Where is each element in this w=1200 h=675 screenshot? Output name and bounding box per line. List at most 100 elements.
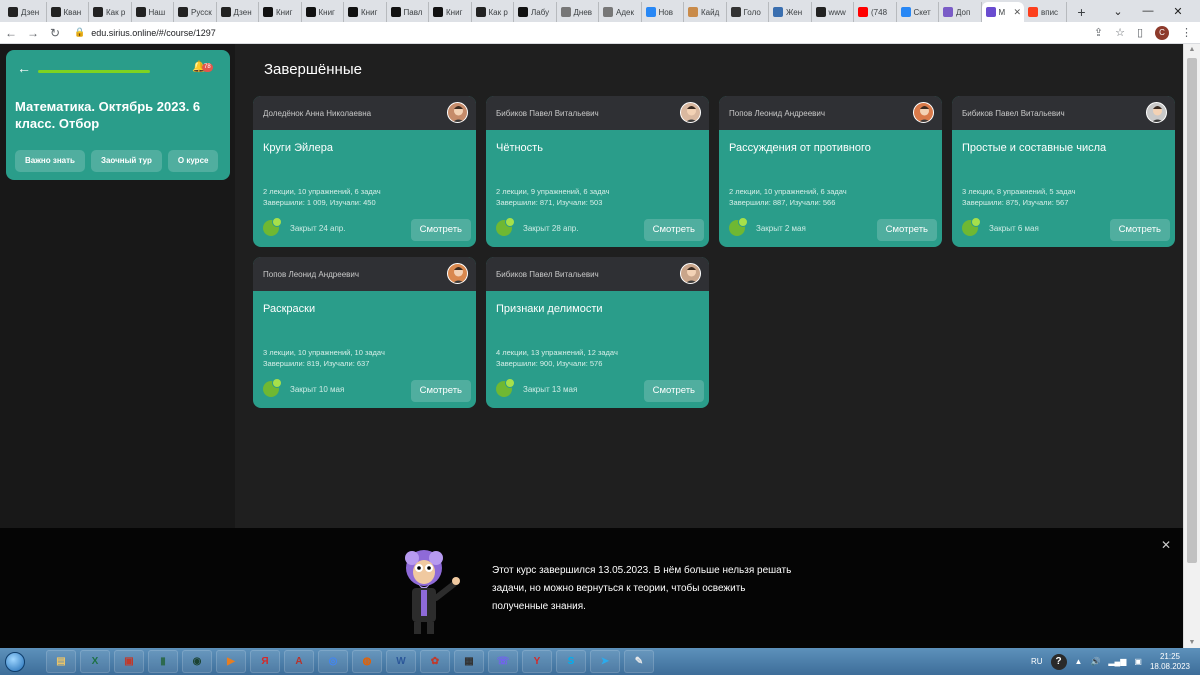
sidepanel-icon[interactable]: ▯ — [1137, 26, 1143, 39]
lesson-card[interactable]: Попов Леонид Андреевич Рассуждения от про… — [719, 96, 942, 247]
back-icon[interactable]: ← — [0, 26, 22, 40]
view-button[interactable]: Смотреть — [643, 380, 704, 402]
tab-search-icon[interactable]: ⌄ — [1104, 0, 1132, 22]
view-button[interactable]: Смотреть — [1109, 219, 1170, 241]
skype-taskbar-icon[interactable]: S — [556, 650, 586, 673]
eye-taskbar-icon[interactable]: ◉ — [182, 650, 212, 673]
view-button[interactable]: Смотреть — [876, 219, 937, 241]
language-indicator[interactable]: RU — [1031, 657, 1043, 666]
clock[interactable]: 21:25 18.08.2023 — [1150, 652, 1190, 672]
clock-date: 18.08.2023 — [1149, 661, 1190, 671]
browser-tab[interactable]: Русск — [174, 2, 217, 22]
browser-tab[interactable]: Скет — [897, 2, 939, 22]
avatar-portrait-icon — [918, 106, 931, 122]
browser-tab[interactable]: www — [812, 2, 854, 22]
tab-favicon-icon — [1028, 7, 1038, 17]
help-icon[interactable]: ? — [1050, 653, 1067, 670]
browser-tab[interactable]: Как р — [472, 2, 514, 22]
media-taskbar-icon[interactable]: ▶ — [216, 650, 246, 673]
back-arrow-icon[interactable]: ← — [17, 60, 31, 76]
telegram-taskbar-icon[interactable]: ➤ — [590, 650, 620, 673]
scroll-down-icon[interactable]: ▼ — [1184, 639, 1200, 646]
tab-favicon-icon — [93, 7, 103, 17]
start-button[interactable] — [0, 648, 30, 675]
app-taskbar-icon[interactable]: ▮ — [148, 650, 178, 673]
lesson-card[interactable]: Попов Леонид Андреевич Раскраски 3 лекции,… — [253, 257, 476, 408]
browser-tab[interactable]: Книг — [302, 2, 344, 22]
close-icon[interactable]: ✕ — [1161, 538, 1171, 552]
tab-label: Лабу — [531, 7, 550, 17]
browser-tab[interactable]: Как р — [89, 2, 132, 22]
forward-icon[interactable]: → — [22, 26, 44, 40]
new-tab-button[interactable]: + — [1073, 3, 1091, 21]
about-course-button[interactable]: О курсе — [167, 150, 219, 172]
lesson-card[interactable]: Бибиков Павел Витальевич Чётность 2 лекции… — [486, 96, 709, 247]
browser-tab[interactable]: Дзен — [217, 2, 259, 22]
firefox-taskbar-icon[interactable]: ◍ — [352, 650, 382, 673]
browser-tab[interactable]: Доп — [939, 2, 982, 22]
network-icon[interactable]: ▂▄▆ — [1108, 657, 1126, 666]
browser-tab[interactable]: Наш — [132, 2, 174, 22]
explorer-taskbar-icon[interactable]: ▤ — [46, 650, 76, 673]
chrome-taskbar-icon[interactable]: ◎ — [318, 650, 348, 673]
closed-date: Закрыт 28 апр. — [523, 223, 579, 233]
star-icon[interactable]: ☆ — [1115, 26, 1125, 39]
share-icon[interactable]: ⇪ — [1094, 26, 1103, 39]
important-button[interactable]: Важно знать — [15, 150, 85, 172]
video-taskbar-icon[interactable]: ✿ — [420, 650, 450, 673]
browser-tab[interactable]: Кван — [47, 2, 89, 22]
browser-tab[interactable]: впис — [1024, 2, 1067, 22]
browser-tab[interactable]: Дзен — [4, 2, 47, 22]
scroll-up-icon[interactable]: ▲ — [1184, 46, 1200, 53]
presentation-taskbar-icon[interactable]: ▣ — [114, 650, 144, 673]
browser-tab[interactable]: Кайд — [684, 2, 727, 22]
closed-date: Закрыт 24 апр. — [290, 223, 346, 233]
browser-tab[interactable]: Адек — [599, 2, 642, 22]
browser-tab[interactable]: Нов — [642, 2, 684, 22]
lock-icon: 🔒 — [74, 27, 86, 37]
browser-tab[interactable]: Книг — [259, 2, 302, 22]
profile-avatar[interactable]: С — [1155, 25, 1169, 40]
browser-tab[interactable]: Жен — [769, 2, 812, 22]
banner-message: Этот курс завершился 13.05.2023. В нём б… — [492, 565, 792, 612]
lesson-card[interactable]: Бибиков Павел Витальевич Признаки делимос… — [486, 257, 709, 408]
lesson-card[interactable]: Бибиков Павел Витальевич Простые и состав… — [952, 96, 1175, 247]
url-text[interactable]: edu.sirius.online/#/course/1297 — [91, 28, 216, 38]
view-button[interactable]: Смотреть — [410, 380, 471, 402]
browser-tab[interactable]: М ✕ — [981, 2, 1024, 22]
address-bar[interactable]: 🔒 edu.sirius.online/#/course/1297 — [74, 27, 1094, 38]
browser-tab[interactable]: Лабу — [514, 2, 557, 22]
closed-date: Закрыт 10 мая — [290, 384, 345, 394]
app2-taskbar-icon[interactable]: ▦ — [454, 650, 484, 673]
browser-tab[interactable]: Голо — [727, 2, 769, 22]
browser-tab[interactable]: Днев — [557, 2, 599, 22]
close-window-button[interactable]: ✕ — [1164, 0, 1192, 22]
word-taskbar-icon[interactable]: W — [386, 650, 416, 673]
scrollbar[interactable]: ▲ ▼ — [1183, 44, 1200, 648]
pdf-taskbar-icon[interactable]: A — [284, 650, 314, 673]
excel-taskbar-icon[interactable]: X — [80, 650, 110, 673]
tab-favicon-icon — [50, 7, 61, 17]
correspondence-round-button[interactable]: Заочный тур — [90, 150, 162, 172]
browser-tab[interactable]: Книг — [344, 2, 387, 22]
browser-tab[interactable]: Павл — [387, 2, 429, 22]
volume-icon[interactable]: 🔊 — [1090, 657, 1100, 666]
menu-icon[interactable]: ⋮ — [1181, 26, 1192, 39]
action-center-icon[interactable]: ▣ — [1134, 657, 1142, 666]
scrollbar-thumb[interactable] — [1187, 58, 1197, 563]
view-button[interactable]: Смотреть — [410, 219, 471, 241]
lesson-card[interactable]: Доледёнок Анна Николаевна Круги Эйлера 2 л… — [253, 96, 476, 247]
yandex-taskbar-icon[interactable]: Y — [522, 650, 552, 673]
browser-tab[interactable]: Книг — [429, 2, 472, 22]
view-button[interactable]: Смотреть — [643, 219, 704, 241]
tab-close-icon[interactable]: ✕ — [1013, 7, 1021, 18]
reload-icon[interactable]: ↻ — [44, 26, 66, 40]
browser-tab[interactable]: (748 — [854, 2, 897, 22]
tab-label: Днев — [573, 7, 593, 17]
minimize-button[interactable]: — — [1134, 0, 1162, 22]
paint-taskbar-icon[interactable]: ✎ — [624, 650, 654, 673]
notification-badge: 78 — [202, 63, 213, 72]
viber-taskbar-icon[interactable]: ☏ — [488, 650, 518, 673]
yandex-browser-taskbar-icon[interactable]: Я — [250, 650, 280, 673]
tray-arrow-icon[interactable]: ▲ — [1075, 657, 1083, 666]
